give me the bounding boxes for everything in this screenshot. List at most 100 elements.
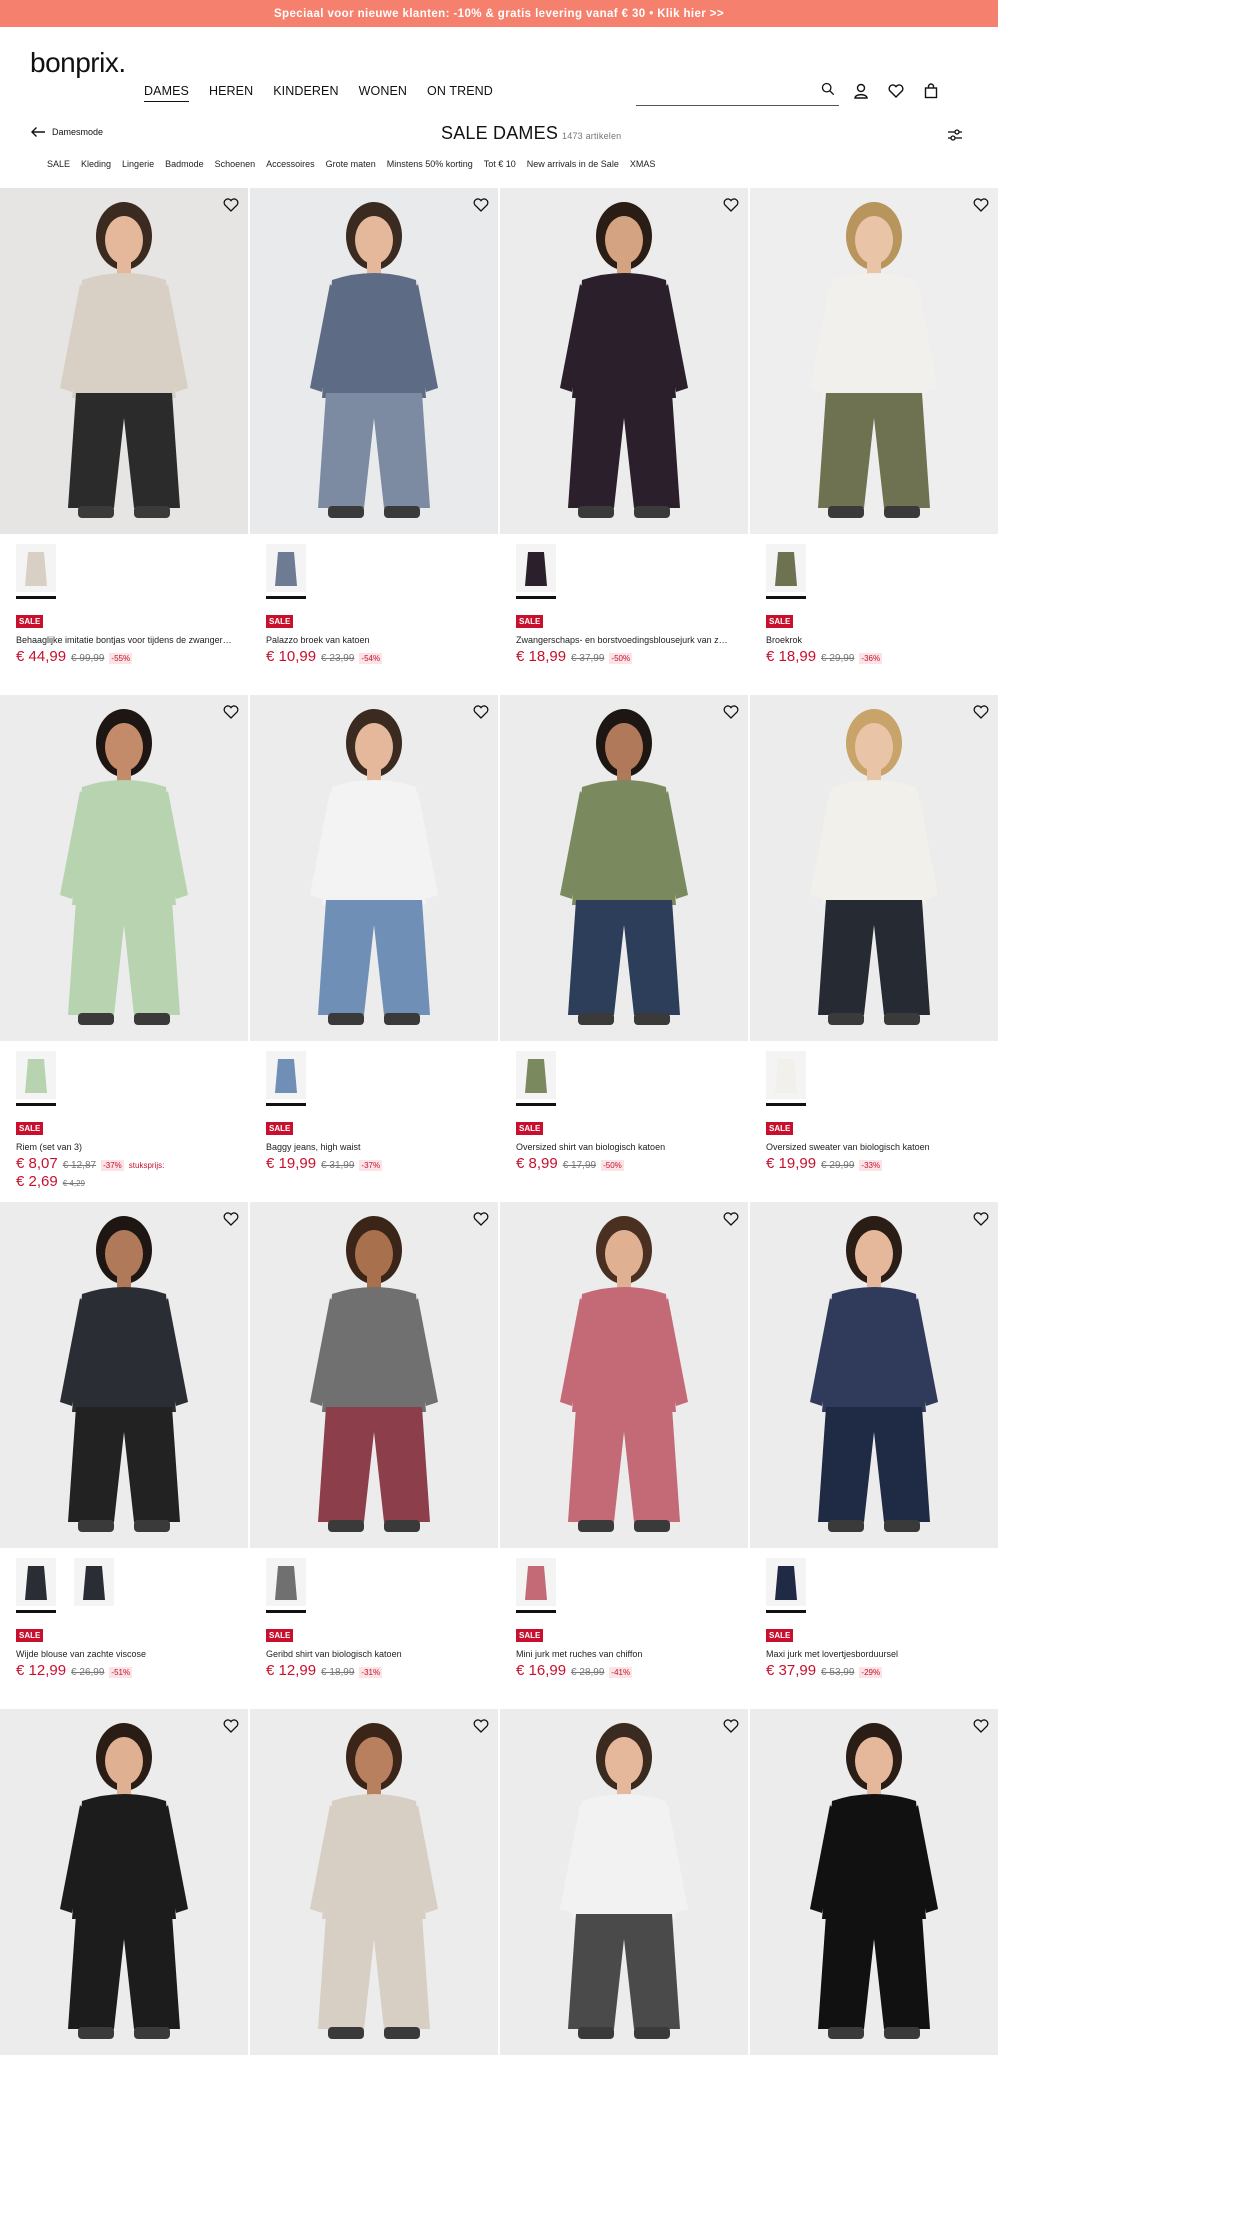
wishlist-heart-icon[interactable] [472, 196, 490, 214]
promo-banner[interactable]: Speciaal voor nieuwe klanten: -10% & gra… [0, 0, 998, 27]
product-card[interactable]: SALE Riem (set van 3) € 8,07 € 12,87 -37% stu… [0, 695, 248, 1202]
product-image[interactable] [750, 188, 998, 534]
product-image[interactable] [500, 1202, 748, 1548]
product-image[interactable] [0, 695, 248, 1041]
wishlist-heart-icon[interactable] [722, 196, 740, 214]
product-image[interactable] [250, 1202, 498, 1548]
product-card[interactable]: SALE Oversized sweater van biologisch kat… [750, 695, 998, 1202]
color-swatch[interactable] [516, 1051, 556, 1106]
wishlist-heart-icon[interactable] [972, 1717, 990, 1735]
product-card[interactable]: SALE Palazzo broek van katoen € 10,99 € 23,… [250, 188, 498, 695]
category-link[interactable]: New arrivals in de Sale [527, 159, 619, 169]
product-card[interactable] [0, 1709, 248, 2216]
product-card[interactable]: SALE Baggy jeans, high waist € 19,99 € 31,9… [250, 695, 498, 1202]
category-link[interactable]: Schoenen [215, 159, 256, 169]
product-name[interactable]: Riem (set van 3) [16, 1142, 232, 1152]
product-name[interactable]: Maxi jurk met lovertjesborduursel [766, 1649, 982, 1659]
search-input[interactable] [636, 79, 839, 106]
product-image[interactable] [750, 1202, 998, 1548]
product-card[interactable]: SALE Behaaglijke imitatie bontjas voor ti… [0, 188, 248, 695]
color-swatch[interactable] [766, 1558, 806, 1613]
color-swatch[interactable] [16, 1051, 56, 1106]
nav-item-dames[interactable]: DAMES [144, 84, 189, 102]
wishlist-heart-icon[interactable] [222, 1717, 240, 1735]
color-swatch[interactable] [266, 1051, 306, 1106]
product-card[interactable]: SALE Broekrok € 18,99 € 29,99 -36% [750, 188, 998, 695]
product-image[interactable] [250, 1709, 498, 2055]
wishlist-icon[interactable] [887, 82, 905, 100]
product-name[interactable]: Zwangerschaps- en borstvoedingsblousejur… [516, 635, 732, 645]
color-swatch[interactable] [16, 1558, 56, 1613]
product-name[interactable]: Wijde blouse van zachte viscose [16, 1649, 232, 1659]
product-name[interactable]: Palazzo broek van katoen [266, 635, 482, 645]
color-swatch[interactable] [766, 544, 806, 599]
product-name[interactable]: Baggy jeans, high waist [266, 1142, 482, 1152]
product-image[interactable] [250, 695, 498, 1041]
product-image[interactable] [0, 1709, 248, 2055]
color-swatch[interactable] [266, 1558, 306, 1613]
search-icon[interactable] [821, 82, 835, 96]
wishlist-heart-icon[interactable] [222, 703, 240, 721]
product-name[interactable]: Oversized sweater van biologisch katoen [766, 1142, 982, 1152]
brand-logo[interactable]: bonprix. [30, 47, 126, 79]
wishlist-heart-icon[interactable] [722, 1210, 740, 1228]
color-swatch[interactable] [16, 544, 56, 599]
wishlist-heart-icon[interactable] [472, 1717, 490, 1735]
category-link[interactable]: Minstens 50% korting [387, 159, 473, 169]
product-image[interactable] [0, 188, 248, 534]
product-name[interactable]: Geribd shirt van biologisch katoen [266, 1649, 482, 1659]
model-illustration [500, 1709, 748, 2055]
product-card[interactable] [250, 1709, 498, 2216]
category-link[interactable]: Lingerie [122, 159, 154, 169]
color-swatch[interactable] [766, 1051, 806, 1106]
product-name[interactable]: Mini jurk met ruches van chiffon [516, 1649, 732, 1659]
category-link[interactable]: Grote maten [326, 159, 376, 169]
category-link[interactable]: Kleding [81, 159, 111, 169]
wishlist-heart-icon[interactable] [472, 1210, 490, 1228]
cart-icon[interactable] [922, 82, 940, 100]
product-name[interactable]: Oversized shirt van biologisch katoen [516, 1142, 732, 1152]
wishlist-heart-icon[interactable] [972, 703, 990, 721]
nav-item-heren[interactable]: HEREN [209, 84, 253, 102]
nav-item-on-trend[interactable]: ON TREND [427, 84, 493, 102]
product-card[interactable] [500, 1709, 748, 2216]
wishlist-heart-icon[interactable] [722, 1717, 740, 1735]
product-image[interactable] [750, 1709, 998, 2055]
category-link[interactable]: XMAS [630, 159, 656, 169]
account-icon[interactable] [852, 82, 870, 100]
product-image[interactable] [0, 1202, 248, 1548]
product-name[interactable]: Broekrok [766, 635, 982, 645]
product-card[interactable]: SALE Geribd shirt van biologisch katoen € … [250, 1202, 498, 1709]
wishlist-heart-icon[interactable] [472, 703, 490, 721]
wishlist-heart-icon[interactable] [222, 196, 240, 214]
product-card[interactable]: SALE Mini jurk met ruches van chiffon € 16… [500, 1202, 748, 1709]
nav-item-kinderen[interactable]: KINDEREN [273, 84, 338, 102]
category-link[interactable]: Badmode [165, 159, 204, 169]
wishlist-heart-icon[interactable] [972, 1210, 990, 1228]
color-swatch[interactable] [516, 544, 556, 599]
product-image[interactable] [500, 188, 748, 534]
color-swatch[interactable] [516, 1558, 556, 1613]
product-image[interactable] [750, 695, 998, 1041]
product-card[interactable]: SALE Wijde blouse van zachte viscose € 12,… [0, 1202, 248, 1709]
product-image[interactable] [500, 1709, 748, 2055]
wishlist-heart-icon[interactable] [722, 703, 740, 721]
category-link[interactable]: Tot € 10 [484, 159, 516, 169]
product-card[interactable]: SALE Zwangerschaps- en borstvoedingsblous… [500, 188, 748, 695]
product-image[interactable] [250, 188, 498, 534]
color-swatch[interactable] [74, 1558, 114, 1606]
product-card[interactable]: SALE Oversized shirt van biologisch katoe… [500, 695, 748, 1202]
product-image[interactable] [500, 695, 748, 1041]
category-link[interactable]: Accessoires [266, 159, 315, 169]
product-card[interactable]: SALE Maxi jurk met lovertjesborduursel € 3… [750, 1202, 998, 1709]
product-name[interactable]: Behaaglijke imitatie bontjas voor tijden… [16, 635, 232, 645]
product-card[interactable] [750, 1709, 998, 2216]
wishlist-heart-icon[interactable] [222, 1210, 240, 1228]
nav-item-wonen[interactable]: WONEN [359, 84, 407, 102]
product-grid: SALE Behaaglijke imitatie bontjas voor ti… [0, 188, 998, 2216]
wishlist-heart-icon[interactable] [972, 196, 990, 214]
category-link[interactable]: SALE [47, 159, 70, 169]
back-link[interactable]: Damesmode [30, 126, 103, 138]
color-swatch[interactable] [266, 544, 306, 599]
filter-icon[interactable] [947, 127, 963, 148]
